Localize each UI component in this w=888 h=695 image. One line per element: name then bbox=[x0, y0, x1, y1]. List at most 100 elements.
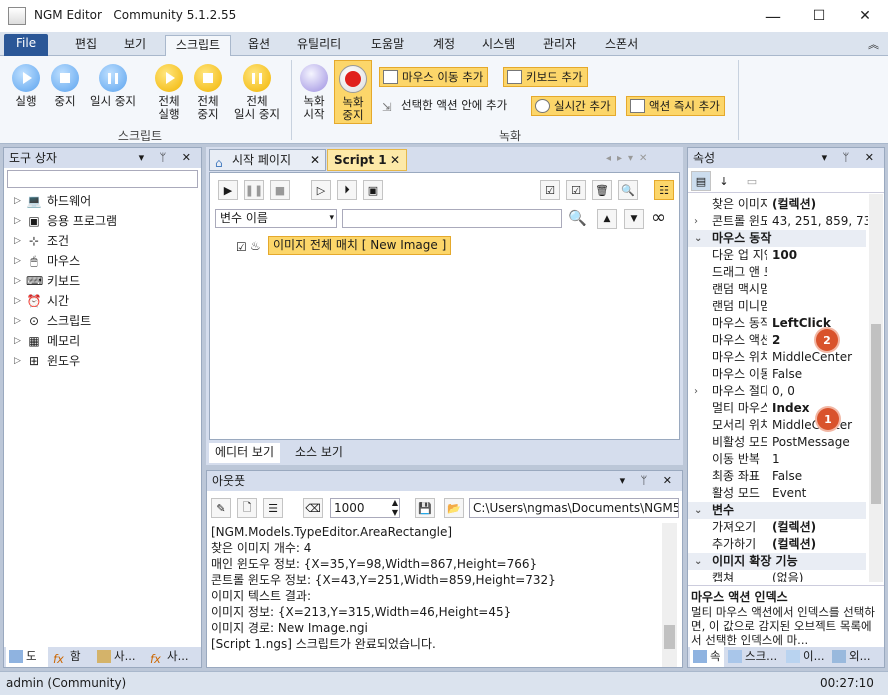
property-row[interactable]: 마우스 이동 False bbox=[688, 366, 866, 383]
tab-script-explorer[interactable]: 스크... bbox=[725, 647, 781, 667]
line-count-input[interactable]: 1000 ▲ ▼ bbox=[330, 498, 400, 518]
list-icon[interactable]: ☰ bbox=[263, 498, 283, 518]
maximize-button[interactable]: ☐ bbox=[796, 0, 842, 32]
stepper-icon[interactable]: ▲ ▼ bbox=[392, 498, 398, 518]
infinity-icon[interactable]: ∞ bbox=[651, 207, 666, 228]
tab-script-1[interactable]: Script 1 ✕ bbox=[327, 149, 407, 171]
folder-icon[interactable]: 📂 bbox=[444, 498, 464, 518]
menu-admin[interactable]: 관리자 bbox=[539, 35, 580, 56]
tab-editor-view[interactable]: 에디터 보기 bbox=[209, 443, 281, 463]
tree-item-window[interactable]: ▷ ⊞ 윈도우 bbox=[14, 351, 80, 371]
property-row[interactable]: 비활성 모드 PostMessage bbox=[688, 434, 866, 451]
menu-help[interactable]: 도움말 bbox=[367, 35, 408, 56]
categorized-icon[interactable]: ▤ bbox=[691, 171, 711, 191]
search-icon[interactable]: 🔍 bbox=[568, 209, 587, 227]
panel-controls-icon[interactable]: ▾ ᛘ ✕ bbox=[822, 148, 880, 168]
pause-button[interactable]: 일시 중지 bbox=[84, 64, 142, 108]
property-row[interactable]: 다운 업 지연100 bbox=[688, 247, 866, 264]
property-row[interactable]: 최종 좌표 False bbox=[688, 468, 866, 485]
step-icon[interactable]: ▷ bbox=[311, 180, 331, 200]
property-pages-icon[interactable]: ▭ bbox=[742, 171, 762, 191]
step-over-icon[interactable]: ▣ bbox=[363, 180, 383, 200]
sort-az-icon[interactable]: ↓ bbox=[714, 171, 734, 191]
property-row[interactable]: 모서리 위치 MiddleCenter bbox=[688, 417, 866, 434]
tab-start-page[interactable]: ⌂ 시작 페이지 ✕ bbox=[209, 149, 326, 171]
chevron-down-icon[interactable]: ▼ bbox=[624, 209, 644, 229]
pause-all-button[interactable]: 전체 일시 중지 bbox=[229, 64, 285, 121]
chevron-up-icon[interactable]: ▲ bbox=[597, 209, 617, 229]
output-scrollbar[interactable] bbox=[662, 523, 677, 667]
stop-button[interactable]: 중지 bbox=[48, 64, 82, 108]
close-tab-icon[interactable]: ✕ bbox=[390, 150, 400, 171]
menu-system[interactable]: 시스템 bbox=[478, 35, 519, 56]
menu-view[interactable]: 보기 bbox=[120, 35, 150, 56]
property-row[interactable]: 드래그 앤 드롭 bbox=[688, 264, 866, 281]
record-stop-button[interactable]: 녹화 중지 bbox=[334, 60, 372, 124]
property-row[interactable]: 멀티 마우스 Index bbox=[688, 400, 866, 417]
tab-properties[interactable]: 속 bbox=[690, 647, 724, 667]
save-icon[interactable]: 💾 bbox=[415, 498, 435, 518]
script-node[interactable]: 이미지 전체 매치 [ New Image ] bbox=[268, 236, 452, 255]
tab-nav-icons[interactable]: ◂▸▾✕ bbox=[606, 153, 653, 164]
property-row[interactable]: 가져오기 (컬렉션) bbox=[688, 519, 866, 536]
tree-view-icon[interactable]: ☷ bbox=[654, 180, 674, 200]
stop-icon[interactable]: ■ bbox=[270, 180, 290, 200]
menu-account[interactable]: 계정 bbox=[429, 35, 459, 56]
tab-source-view[interactable]: 소스 보기 bbox=[289, 443, 349, 463]
property-row[interactable]: 이동 반복 1 bbox=[688, 451, 866, 468]
eraser-icon[interactable]: ⌫ bbox=[303, 498, 323, 518]
property-row[interactable]: 랜덤 맥시멈 bbox=[688, 281, 866, 298]
property-row[interactable]: › 마우스 절대 0, 0 bbox=[688, 383, 866, 400]
stop-all-button[interactable]: 전체 중지 bbox=[189, 64, 227, 121]
instant-action-add-button[interactable]: 액션 즉시 추가 bbox=[626, 96, 725, 116]
search-icon[interactable]: 🔍 bbox=[618, 180, 638, 200]
record-start-button[interactable]: 녹화 시작 bbox=[296, 64, 332, 121]
collapse-icon[interactable]: ⌄ bbox=[694, 553, 702, 570]
property-row[interactable]: 추가하기 (컬렉션) bbox=[688, 536, 866, 553]
property-row[interactable]: 찾은 이미지 (컬렉션) bbox=[688, 196, 866, 213]
add-in-selected-action-button[interactable]: ⇲ 선택한 액션 안에 추가 bbox=[379, 96, 511, 116]
property-category[interactable]: ⌄ 이미지 확장 기능 bbox=[688, 553, 866, 570]
ribbon-collapse-icon[interactable]: ︽ bbox=[864, 35, 883, 56]
tree-item-script[interactable]: ▷ ⊙ 스크립트 bbox=[14, 311, 91, 331]
menu-utility[interactable]: 유틸리티 bbox=[293, 35, 345, 56]
clean-icon[interactable]: ✎ bbox=[211, 498, 231, 518]
property-row[interactable]: 캡쳐 (없음) bbox=[688, 570, 866, 582]
delete-icon[interactable]: 🗑 bbox=[592, 180, 612, 200]
check-all-icon[interactable]: ☑ bbox=[540, 180, 560, 200]
property-category[interactable]: ⌄ 마우스 동작 bbox=[688, 230, 866, 247]
properties-scrollbar[interactable] bbox=[869, 194, 883, 582]
run-button[interactable]: 실행 bbox=[8, 64, 44, 108]
property-row[interactable]: 랜덤 미니멈 bbox=[688, 298, 866, 315]
tree-item-keyboard[interactable]: ▷ ⌨ 키보드 bbox=[14, 271, 80, 291]
menu-edit[interactable]: 편집 bbox=[71, 35, 101, 56]
toolbox-search-input[interactable] bbox=[7, 170, 198, 188]
property-category[interactable]: ⌄ 변수 bbox=[688, 502, 866, 519]
tree-item-condition[interactable]: ▷ ⊹ 조건 bbox=[14, 231, 69, 251]
scrollbar-thumb[interactable] bbox=[871, 324, 881, 504]
tree-item-hardware[interactable]: ▷ 💻 하드웨어 bbox=[14, 191, 91, 211]
tab-image[interactable]: 이... bbox=[783, 647, 827, 667]
menu-options[interactable]: 옵션 bbox=[244, 35, 274, 56]
tab-user-functions[interactable]: fx 사... bbox=[147, 647, 199, 667]
menu-sponsor[interactable]: 스폰서 bbox=[601, 35, 642, 56]
scrollbar-thumb[interactable] bbox=[664, 625, 675, 649]
tree-item-time[interactable]: ▷ ⏰ 시간 bbox=[14, 291, 69, 311]
step-into-icon[interactable]: ⏵ bbox=[337, 180, 357, 200]
panel-controls-icon[interactable]: ▾ ᛘ ✕ bbox=[620, 471, 678, 491]
property-row[interactable]: 활성 모드 Event bbox=[688, 485, 866, 502]
collapse-icon[interactable]: ⌄ bbox=[694, 502, 702, 519]
keyboard-add-button[interactable]: 키보드 추가 bbox=[503, 67, 588, 87]
file-menu[interactable]: File bbox=[4, 34, 49, 56]
collapse-icon[interactable]: ⌄ bbox=[694, 230, 702, 247]
property-row[interactable]: 마우스 위치 MiddleCenter bbox=[688, 349, 866, 366]
run-all-button[interactable]: 전체 실행 bbox=[150, 64, 188, 121]
checkbox-icon[interactable]: ☑ bbox=[236, 240, 247, 254]
property-row[interactable]: 마우스 동작 LeftClick bbox=[688, 315, 866, 332]
tab-external[interactable]: 외... bbox=[829, 647, 883, 667]
property-row[interactable]: ›콘트롤 윈도우43, 251, 859, 732 bbox=[688, 213, 868, 230]
tab-functions[interactable]: fx 함 bbox=[50, 647, 92, 667]
expand-icon[interactable]: › bbox=[694, 383, 698, 400]
variable-name-select[interactable]: 변수 이름 ▾ bbox=[215, 209, 337, 228]
check-icon[interactable]: ☑ bbox=[566, 180, 586, 200]
